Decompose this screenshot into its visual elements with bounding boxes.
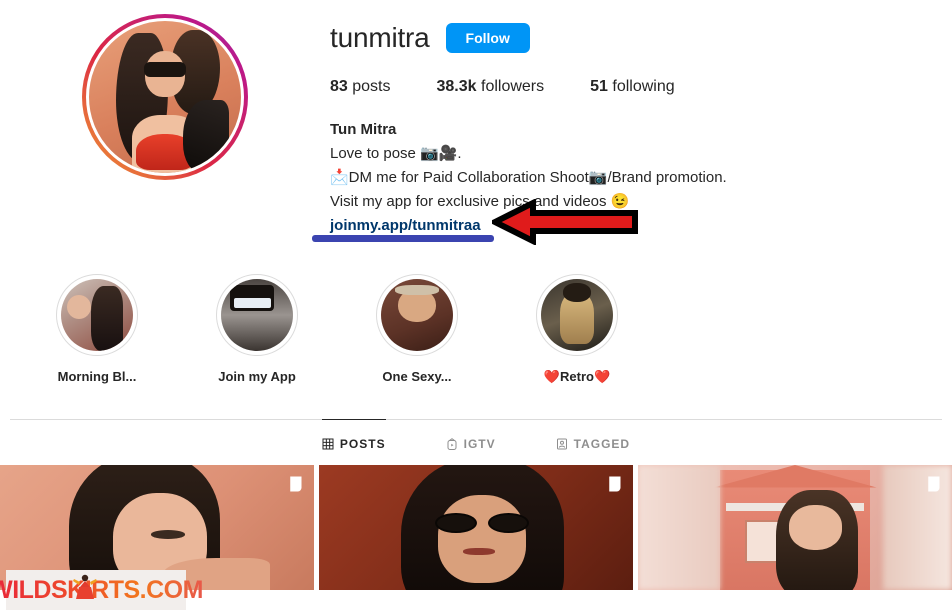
follow-button[interactable]: Follow — [445, 23, 530, 53]
highlight-sticker — [233, 298, 272, 308]
bio-line-1: Love to pose 📷🎥. — [330, 145, 462, 162]
highlight-item[interactable]: ❤️Retro❤️ — [536, 274, 618, 385]
username-row: tunmitra Follow — [330, 18, 952, 58]
story-highlights: Morning Bl... Join my App One Sexy... ❤️… — [0, 274, 952, 385]
highlight-thumbnail — [61, 279, 133, 351]
instagram-profile-page: tunmitra Follow 83 posts 38.3k followers… — [0, 0, 952, 612]
profile-full-name: Tun Mitra — [330, 121, 397, 138]
highlight-ring[interactable] — [536, 274, 618, 356]
carousel-icon — [928, 476, 940, 492]
highlight-label: ❤️Retro❤️ — [543, 369, 611, 384]
avatar-art — [183, 100, 229, 173]
post-art — [788, 505, 843, 550]
tab-igtv[interactable]: IGTV — [446, 419, 496, 465]
tab-tagged-label: TAGGED — [573, 436, 631, 451]
stat-following[interactable]: 51 following — [590, 78, 675, 96]
page-title: tunmitra — [330, 22, 430, 53]
grid-icon — [322, 438, 334, 450]
post-thumbnail[interactable] — [319, 465, 633, 590]
avatar-column — [0, 6, 330, 238]
stat-followers-label: followers — [481, 78, 545, 95]
highlight-label: Join my App — [218, 369, 296, 384]
post-art — [150, 530, 186, 539]
highlight-label: One Sexy... — [382, 369, 452, 384]
red-arrow-annotation — [492, 199, 638, 245]
stat-following-label: following — [612, 78, 675, 95]
profile-header: tunmitra Follow 83 posts 38.3k followers… — [0, 0, 952, 242]
avatar-story-ring[interactable] — [82, 14, 248, 180]
highlight-ring[interactable] — [216, 274, 298, 356]
profile-stats: 83 posts 38.3k followers 51 following — [330, 78, 952, 96]
tagged-icon — [556, 438, 567, 449]
tab-igtv-label: IGTV — [463, 436, 496, 451]
link-underline-annotation — [312, 235, 494, 242]
carousel-icon — [609, 476, 621, 492]
highlight-thumbnail — [381, 279, 453, 351]
watermark: WILDSKIRTS.COM — [0, 570, 203, 610]
highlight-item[interactable]: One Sexy... — [376, 274, 458, 385]
tab-tagged[interactable]: TAGGED — [556, 419, 630, 465]
tab-posts-label: POSTS — [339, 437, 386, 451]
post-art — [438, 495, 527, 583]
igtv-icon — [447, 437, 457, 450]
bio-line-3: Visit my app for exclusive pics and vide… — [330, 193, 630, 210]
highlight-item[interactable]: Join my App — [216, 274, 298, 385]
tab-posts[interactable]: POSTS — [321, 419, 386, 465]
stat-posts-value: 83 — [330, 78, 348, 95]
dancer-icon — [73, 574, 97, 599]
watermark-text: WILDSKIRTS.COM — [0, 576, 203, 605]
carousel-icon — [290, 476, 302, 492]
highlight-item[interactable]: Morning Bl... — [56, 274, 138, 385]
highlight-thumbnail — [541, 279, 613, 351]
post-thumbnail[interactable] — [638, 465, 952, 590]
post-art — [882, 465, 952, 590]
stat-followers[interactable]: 38.3k followers — [437, 78, 545, 96]
highlight-ring[interactable] — [56, 274, 138, 356]
stat-followers-value: 38.3k — [436, 78, 477, 95]
post-art — [463, 547, 495, 555]
avatar-art — [143, 62, 187, 78]
highlight-thumbnail — [221, 279, 293, 351]
highlight-ring[interactable] — [376, 274, 458, 356]
post-art — [638, 465, 720, 590]
stat-following-value: 51 — [590, 78, 608, 95]
profile-info: tunmitra Follow 83 posts 38.3k followers… — [312, 6, 952, 242]
highlight-label: Morning Bl... — [57, 369, 137, 384]
avatar[interactable] — [86, 18, 244, 176]
bio-link-wrapper: joinmy.app/tunmitraa — [312, 214, 494, 242]
stat-posts-label: posts — [352, 78, 391, 95]
bio-line-2: 📩DM me for Paid Collaboration Shoot📷/Bra… — [330, 169, 727, 186]
stat-posts[interactable]: 83 posts — [330, 78, 391, 96]
profile-bio: Tun Mitra Love to pose 📷🎥. 📩DM me for Pa… — [312, 118, 952, 242]
profile-tabs: POSTS IGTV TAGGED — [0, 419, 952, 465]
post-art — [435, 512, 530, 533]
